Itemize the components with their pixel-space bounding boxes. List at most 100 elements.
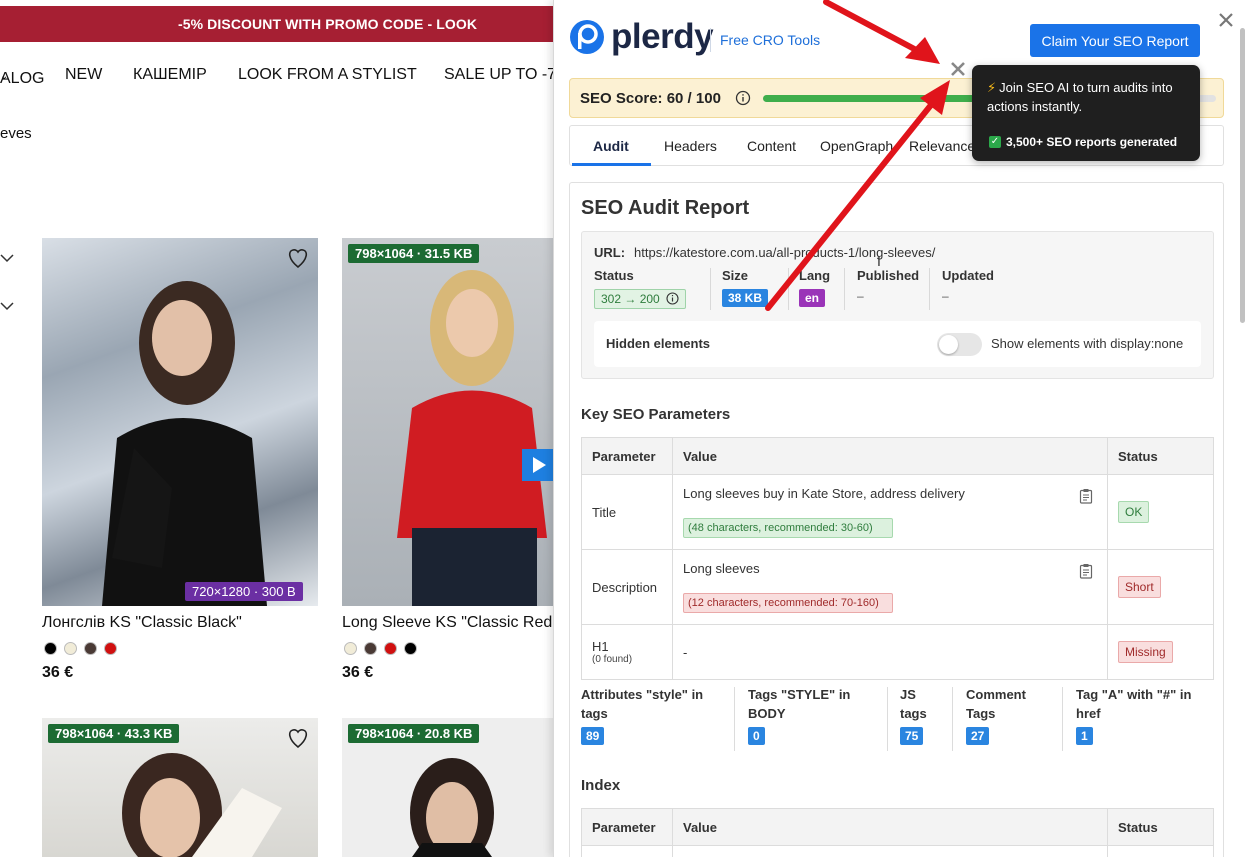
filter-chevron-icon[interactable] <box>0 298 14 314</box>
count-badge: 75 <box>900 727 924 745</box>
nav-sale[interactable]: SALE UP TO -7 <box>444 66 556 84</box>
divider <box>844 268 845 310</box>
free-cro-tools-link[interactable]: Free CRO Tools <box>720 32 820 48</box>
plerdy-seo-panel: plerdy Free CRO Tools Claim Your SEO Rep… <box>553 0 1246 857</box>
updated-column: Updated – <box>942 268 994 303</box>
tooltip-stat: ✓ 3,500+ SEO reports generated <box>989 135 1178 149</box>
counter-comment-tags: Comment Tags 27 <box>966 687 1026 745</box>
key-seo-heading: Key SEO Parameters <box>581 406 731 423</box>
column-header: Value <box>672 437 1108 475</box>
table-row: Description Long sleeves (12 characters,… <box>581 549 1214 625</box>
wishlist-heart-icon[interactable] <box>286 247 310 269</box>
info-icon[interactable] <box>735 90 751 106</box>
lang-label: Lang <box>799 268 831 283</box>
status-badge: Short <box>1118 576 1161 598</box>
breadcrumb: eves <box>0 125 32 142</box>
product-image[interactable]: 798×1064 · 43.3 KB <box>42 718 318 857</box>
status-badge: OK <box>1118 501 1150 523</box>
param-value: - <box>672 624 1108 680</box>
divider <box>734 687 735 751</box>
published-value: – <box>857 289 864 303</box>
product-title[interactable]: Лонгслів KS "Classic Black" <box>42 614 242 632</box>
found-count: (0 found) <box>592 654 633 665</box>
hidden-elements-label: Hidden elements <box>606 336 711 351</box>
close-tooltip-icon[interactable] <box>949 60 967 78</box>
plerdy-wordmark: plerdy <box>611 17 714 56</box>
color-swatch[interactable] <box>64 642 77 655</box>
divider <box>952 687 953 751</box>
product-image[interactable]: 798×1064 · 20.8 KB <box>342 718 554 857</box>
count-badge: 1 <box>1076 727 1093 745</box>
counter-hash-links: Tag "A" with "#" in href 1 <box>1076 687 1192 745</box>
image-size-badge: 798×1064 · 31.5 KB <box>348 244 480 263</box>
product-image[interactable]: 720×1280 · 300 B <box>42 238 318 606</box>
status-column: Status 302 → 200 <box>594 268 687 309</box>
lang-column: Lang en <box>799 268 830 307</box>
color-swatches <box>344 642 417 655</box>
tab-relevance[interactable]: Relevance <box>909 138 975 154</box>
url-line: URL: https://katestore.com.ua/all-product… <box>594 245 935 260</box>
counter-js-tags: JS tags 75 <box>900 687 927 745</box>
color-swatch[interactable] <box>384 642 397 655</box>
color-swatch[interactable] <box>84 642 97 655</box>
wishlist-heart-icon[interactable] <box>286 727 310 749</box>
color-swatch[interactable] <box>404 642 417 655</box>
promo-text: -5% DISCOUNT WITH PROMO CODE - LOOK <box>178 16 478 32</box>
product-card[interactable]: 798×1064 · 43.3 KB <box>42 718 320 857</box>
param-name: Description <box>581 549 673 625</box>
tab-audit[interactable]: Audit <box>593 138 629 154</box>
column-header: Parameter <box>581 437 673 475</box>
divider <box>710 268 711 310</box>
divider <box>887 687 888 751</box>
color-swatch[interactable] <box>364 642 377 655</box>
nav-new[interactable]: NEW <box>65 66 102 84</box>
color-swatch[interactable] <box>44 642 57 655</box>
counter-style-attrs: Attributes "style" in tags 89 <box>581 687 704 745</box>
product-card[interactable]: 720×1280 · 300 B Лонгслів KS "Classic Bl… <box>42 238 320 688</box>
table-row: H1 (0 found) - Missing <box>581 624 1214 680</box>
image-size-badge: 798×1064 · 43.3 KB <box>48 724 180 743</box>
nav-cashmere[interactable]: КАШЕМІР <box>133 66 207 84</box>
close-panel-icon[interactable] <box>1217 11 1235 29</box>
product-title[interactable]: Long Sleeve KS "Classic Red <box>342 614 552 632</box>
product-image[interactable]: 798×1064 · 31.5 KB <box>342 238 554 606</box>
color-swatch[interactable] <box>104 642 117 655</box>
count-badge: 89 <box>581 727 605 745</box>
hidden-elements-row: Hidden elements Show elements with displ… <box>594 321 1201 367</box>
column-header: Value <box>672 808 1108 846</box>
updated-label: Updated <box>942 268 994 283</box>
column-header: Status <box>1107 437 1214 475</box>
audit-title: SEO Audit Report <box>581 197 750 219</box>
scrollbar[interactable] <box>1240 28 1245 323</box>
length-note: (48 characters, recommended: 30-60) <box>683 518 893 538</box>
copy-clipboard-icon[interactable] <box>1079 488 1093 504</box>
tab-headers[interactable]: Headers <box>664 138 717 154</box>
play-video-icon[interactable] <box>522 449 554 481</box>
status-label: Status <box>594 268 634 283</box>
divider <box>1062 687 1063 751</box>
color-swatches <box>44 642 117 655</box>
size-label: Size <box>722 268 749 283</box>
divider <box>710 28 711 52</box>
plerdy-logo: plerdy <box>569 17 714 56</box>
column-header: Parameter <box>581 808 673 846</box>
copy-clipboard-icon[interactable] <box>1079 563 1093 579</box>
index-heading: Index <box>581 777 621 794</box>
color-swatch[interactable] <box>344 642 357 655</box>
updated-value: – <box>942 289 949 303</box>
page-url[interactable]: https://katestore.com.ua/all-products-1/… <box>634 245 935 260</box>
nav-catalog[interactable]: ALOG ⌄ <box>0 66 44 87</box>
filter-chevron-icon[interactable] <box>0 250 14 266</box>
divider <box>929 268 930 310</box>
plerdy-logo-icon <box>570 20 604 54</box>
lang-badge: en <box>799 289 826 307</box>
claim-seo-report-button[interactable]: Claim Your SEO Report <box>1030 24 1200 57</box>
promo-tooltip: ⚡ Join SEO AI to turn audits into actions… <box>972 65 1200 161</box>
tab-opengraph[interactable]: OpenGraph <box>820 138 893 154</box>
tab-content[interactable]: Content <box>747 138 796 154</box>
status-badge: Missing <box>1118 641 1173 663</box>
key-seo-table: Parameter Value Status Title Long sleeve… <box>581 437 1214 680</box>
nav-look[interactable]: LOOK FROM A STYLIST <box>238 66 417 84</box>
lightning-icon: ⚡ <box>987 80 997 95</box>
display-none-toggle[interactable] <box>937 333 982 356</box>
